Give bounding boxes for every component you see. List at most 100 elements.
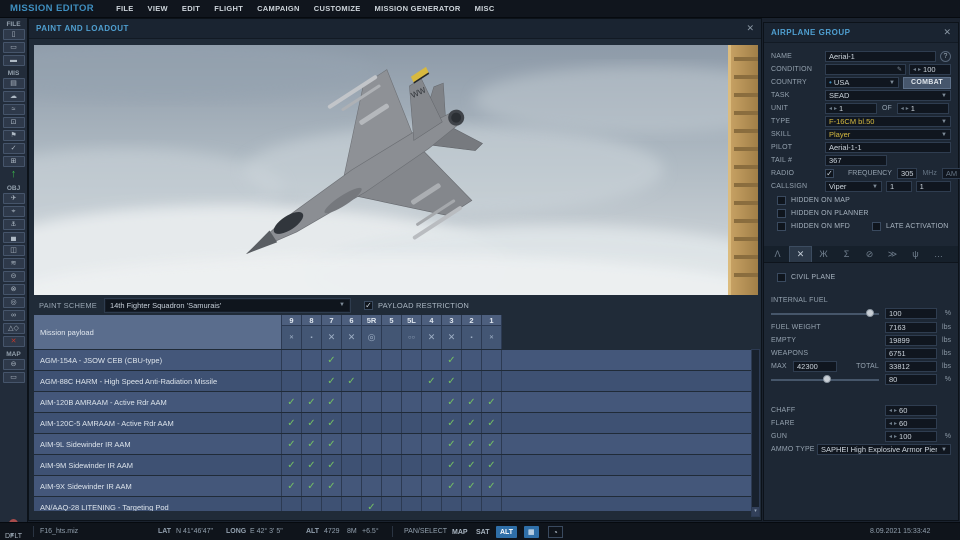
helicopter-icon[interactable]: ⌖ — [3, 206, 25, 217]
tab-systems[interactable]: Ж — [812, 246, 835, 262]
type-select[interactable]: F-16CM bl.50 ▼ — [825, 116, 951, 127]
internal-fuel-slider[interactable] — [771, 308, 879, 319]
increment-icon[interactable]: ▸ — [918, 66, 921, 73]
menu-edit[interactable]: EDIT — [182, 4, 200, 13]
name-field[interactable]: Aerial-1 — [825, 51, 936, 62]
skill-select[interactable]: Player ▼ — [825, 129, 951, 140]
increment-icon[interactable]: ▸ — [894, 420, 897, 427]
menu-customize[interactable]: CUSTOMIZE — [314, 4, 361, 13]
goals-icon[interactable]: ✓ — [3, 143, 25, 154]
ruler-tool-icon[interactable]: ▭ — [3, 372, 25, 383]
callsign-number1-field[interactable]: 1 — [886, 181, 912, 192]
condition-stepper[interactable]: ◂▸ 100 — [909, 64, 951, 75]
payload-row[interactable]: AIM-9M Sidewinder IR AAM✓✓✓✓✓✓ — [34, 455, 758, 475]
payload-row[interactable]: AN/AAQ-28 LITENING - Targeting Pod✓ — [34, 497, 758, 511]
increment-icon[interactable]: ▸ — [906, 105, 909, 112]
wind-icon[interactable]: ≈ — [3, 104, 25, 115]
save-mission-icon[interactable]: ▬ — [3, 55, 25, 66]
scroll-down-icon[interactable]: ▾ — [752, 507, 759, 516]
unit-of-stepper[interactable]: ◂▸ 1 — [897, 103, 949, 114]
payload-row[interactable]: AIM-9X Sidewinder IR AAM✓✓✓✓✓✓ — [34, 476, 758, 496]
grid-toggle-icon[interactable]: ◔ — [548, 526, 563, 538]
open-mission-icon[interactable]: ▭ — [3, 42, 25, 53]
internal-fuel-field[interactable]: 100 — [885, 308, 937, 319]
table-scrollbar[interactable]: ▾ — [751, 349, 760, 517]
decrement-icon[interactable]: ◂ — [829, 105, 832, 112]
increment-icon[interactable]: ▸ — [894, 433, 897, 440]
close-icon[interactable]: ✕ — [746, 24, 754, 33]
static-object-icon[interactable]: ◫ — [3, 245, 25, 256]
increment-icon[interactable]: ▸ — [834, 105, 837, 112]
trains-icon[interactable]: ⊞ — [3, 156, 25, 167]
tab-route[interactable]: Λ — [766, 246, 789, 262]
menu-misc[interactable]: MISC — [475, 4, 495, 13]
mission-options-icon[interactable]: ⊡ — [3, 117, 25, 128]
hidden-on-planner-toggle[interactable]: HIDDEN ON PLANNER — [777, 207, 951, 219]
briefing-icon[interactable]: ▤ — [3, 78, 25, 89]
trigger-zone-icon[interactable]: ⊗ — [3, 284, 25, 295]
callsign-number2-field[interactable]: 1 — [916, 181, 951, 192]
sat-view-button[interactable]: SAT — [472, 526, 493, 538]
paint-scheme-select[interactable]: 14th Fighter Squadron 'Samurais' ▼ — [105, 299, 350, 312]
flags-icon[interactable]: ⚑ — [3, 130, 25, 141]
tab-failures[interactable]: ⊘ — [858, 246, 881, 262]
task-select[interactable]: SEAD ▼ — [825, 90, 951, 101]
combat-button[interactable]: COMBAT — [903, 77, 951, 89]
frequency-field[interactable]: 305 — [897, 168, 918, 179]
radio-checkbox[interactable]: ✓ — [825, 169, 834, 178]
menu-mission-generator[interactable]: MISSION GENERATOR — [375, 4, 461, 13]
civil-plane-checkbox[interactable] — [777, 273, 786, 282]
delete-object-icon[interactable]: ✕ — [3, 336, 25, 347]
ammo-type-select[interactable]: SAPHEI High Explosive Armor Piercing PC … — [817, 444, 951, 455]
tab-loadout[interactable]: ✕ — [789, 246, 812, 262]
tab-more[interactable]: … — [927, 246, 950, 262]
decrement-icon[interactable]: ◂ — [913, 66, 916, 73]
tab-radio-settings[interactable]: ψ — [904, 246, 927, 262]
decrement-icon[interactable]: ◂ — [901, 105, 904, 112]
help-icon[interactable]: ? — [940, 51, 951, 62]
total-fuel-field[interactable]: 80 — [885, 374, 937, 385]
ship-icon[interactable]: ⚓ — [3, 219, 25, 230]
hidden-on-mfd-checkbox[interactable] — [777, 222, 786, 231]
unit-stepper[interactable]: ◂▸ 1 — [825, 103, 877, 114]
payload-row[interactable]: AIM-120B AMRAAM - Active Rdr AAM✓✓✓✓✓✓ — [34, 392, 758, 412]
new-mission-icon[interactable]: ▯ — [3, 29, 25, 40]
payload-row[interactable]: AIM-120C-5 AMRAAM - Active Rdr AAM✓✓✓✓✓✓ — [34, 413, 758, 433]
hidden-on-planner-checkbox[interactable] — [777, 209, 786, 218]
rings-icon[interactable]: ∞ — [3, 310, 25, 321]
total-fuel-slider[interactable] — [771, 374, 879, 385]
template-icon[interactable]: ◎ — [3, 297, 25, 308]
pilot-field[interactable]: Aerial-1-1 — [825, 142, 951, 153]
distance-tool-icon[interactable]: ⊖ — [3, 359, 25, 370]
payload-restriction-checkbox[interactable]: ✓ — [364, 301, 373, 310]
tail-number-field[interactable]: 367 — [825, 155, 887, 166]
road-icon[interactable]: ⊝ — [3, 271, 25, 282]
payload-restriction-toggle[interactable]: ✓ PAYLOAD RESTRICTION — [364, 301, 469, 310]
map-view-button[interactable]: MAP — [448, 526, 472, 538]
hidden-on-map-checkbox[interactable] — [777, 196, 786, 205]
labels-toggle-icon[interactable]: ▦ — [524, 526, 539, 538]
menu-campaign[interactable]: CAMPAIGN — [257, 4, 300, 13]
tab-datalink[interactable]: ≫ — [881, 246, 904, 262]
payload-row[interactable]: AIM-9L Sidewinder IR AAM✓✓✓✓✓✓ — [34, 434, 758, 454]
decrement-icon[interactable]: ◂ — [889, 433, 892, 440]
callsign-select[interactable]: Viper ▼ — [825, 181, 882, 192]
shapes-icon[interactable]: △◇ — [3, 323, 25, 334]
hidden-on-map-toggle[interactable]: HIDDEN ON MAP — [777, 194, 951, 206]
increment-icon[interactable]: ▸ — [894, 407, 897, 414]
tab-triggered-actions[interactable]: Σ — [835, 246, 858, 262]
flare-stepper[interactable]: ◂▸ 60 — [885, 418, 937, 429]
close-icon[interactable]: ✕ — [943, 28, 951, 37]
ground-vehicle-icon[interactable]: ▄ — [3, 232, 25, 243]
payload-row[interactable]: AGM-154A - JSOW CEB (CBU-type)✓✓ — [34, 350, 758, 370]
decrement-icon[interactable]: ◂ — [889, 407, 892, 414]
menu-flight[interactable]: FLIGHT — [214, 4, 243, 13]
chaff-stepper[interactable]: ◂▸ 60 — [885, 405, 937, 416]
takeoff-icon[interactable]: ↑ — [3, 169, 25, 181]
weather-icon[interactable]: ☁ — [3, 91, 25, 102]
menu-file[interactable]: FILE — [116, 4, 133, 13]
gun-stepper[interactable]: ◂▸ 100 — [885, 431, 937, 442]
decrement-icon[interactable]: ◂ — [889, 420, 892, 427]
modulation-select[interactable]: AM ▼ — [942, 168, 960, 179]
alt-view-button[interactable]: ALT — [496, 526, 517, 538]
